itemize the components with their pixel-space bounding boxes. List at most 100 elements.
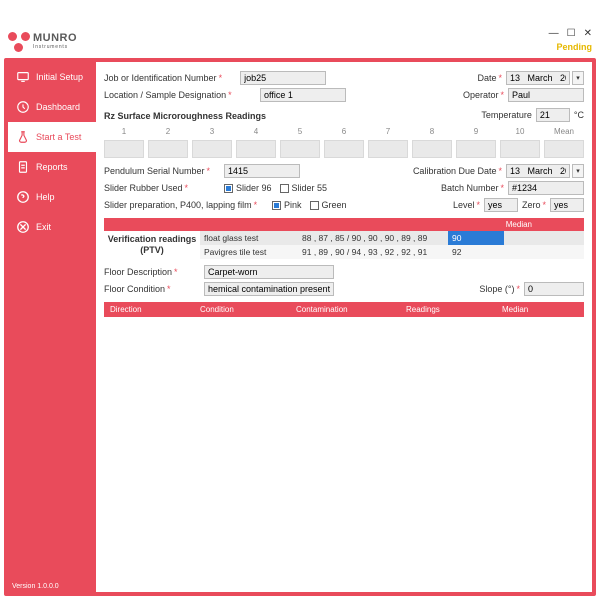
slope-input[interactable] bbox=[524, 282, 584, 296]
col-median: Median bbox=[496, 302, 584, 317]
rz-cell[interactable] bbox=[544, 140, 584, 158]
col-contamination: Contamination bbox=[290, 302, 400, 317]
verif-name: Pavigres tile test bbox=[200, 245, 298, 259]
chevron-down-icon[interactable]: ▾ bbox=[572, 71, 584, 85]
date-field[interactable]: ▾ bbox=[506, 71, 584, 85]
pendulum-label: Pendulum Serial Number* bbox=[104, 166, 224, 176]
verif-name: float glass test bbox=[200, 231, 298, 245]
temperature-input[interactable] bbox=[536, 108, 570, 122]
sidebar-item-label: Start a Test bbox=[36, 132, 81, 142]
rz-col: 2 bbox=[148, 127, 188, 136]
verif-median: 90 bbox=[448, 231, 504, 245]
help-icon bbox=[16, 190, 30, 204]
green-checkbox[interactable]: Green bbox=[310, 200, 347, 210]
rz-cell[interactable] bbox=[500, 140, 540, 158]
rz-readings-grid: 1 2 3 4 5 6 7 8 9 10 Mean bbox=[104, 127, 584, 158]
job-id-input[interactable] bbox=[240, 71, 326, 85]
rz-cell[interactable] bbox=[104, 140, 144, 158]
job-id-label: Job or Identification Number* bbox=[104, 73, 222, 83]
sidebar-item-reports[interactable]: Reports bbox=[8, 152, 96, 182]
sidebar-item-dashboard[interactable]: Dashboard bbox=[8, 92, 96, 122]
rz-cell[interactable] bbox=[148, 140, 188, 158]
verif-median: 92 bbox=[448, 245, 504, 259]
sidebar-item-label: Reports bbox=[36, 162, 68, 172]
version-label: Version 1.0.0.0 bbox=[12, 583, 59, 590]
sidebar-item-label: Dashboard bbox=[36, 102, 80, 112]
verification-label: Verification readings (PTV) bbox=[104, 234, 200, 256]
app-shell: MUNRO Instruments — ☐ ✕ Pending Initial … bbox=[0, 0, 600, 600]
rz-cell[interactable] bbox=[324, 140, 364, 158]
monitor-icon bbox=[16, 70, 30, 84]
temperature-unit: °C bbox=[574, 110, 584, 120]
rz-cell[interactable] bbox=[368, 140, 408, 158]
sidebar-item-label: Initial Setup bbox=[36, 72, 83, 82]
rz-col: 7 bbox=[368, 127, 408, 136]
rz-col: 6 bbox=[324, 127, 364, 136]
sidebar-item-exit[interactable]: Exit bbox=[8, 212, 96, 242]
logo-mark-icon bbox=[8, 30, 30, 52]
location-input[interactable] bbox=[260, 88, 346, 102]
operator-input[interactable] bbox=[508, 88, 584, 102]
zero-input[interactable] bbox=[550, 198, 584, 212]
sidebar-item-label: Exit bbox=[36, 222, 51, 232]
status-pending: Pending bbox=[557, 42, 593, 52]
location-label: Location / Sample Designation* bbox=[104, 90, 242, 100]
rz-cell[interactable] bbox=[236, 140, 276, 158]
col-direction: Direction bbox=[104, 302, 194, 317]
brand-logo: MUNRO Instruments bbox=[8, 30, 77, 52]
flask-icon bbox=[16, 130, 30, 144]
minimize-button[interactable]: — bbox=[549, 28, 559, 39]
table-row[interactable]: float glass test 88 , 87 , 85 / 90 , 90 … bbox=[200, 231, 584, 245]
pendulum-input[interactable] bbox=[224, 164, 300, 178]
rz-col: 3 bbox=[192, 127, 232, 136]
clock-icon bbox=[16, 100, 30, 114]
calib-due-label: Calibration Due Date* bbox=[413, 166, 502, 176]
maximize-button[interactable]: ☐ bbox=[567, 28, 576, 39]
sidebar-item-initial-setup[interactable]: Initial Setup bbox=[8, 62, 96, 92]
floor-desc-input[interactable] bbox=[204, 265, 334, 279]
pink-checkbox[interactable]: Pink bbox=[272, 200, 302, 210]
results-table-header: Direction Condition Contamination Readin… bbox=[104, 302, 584, 317]
app-frame: Initial Setup Dashboard Start a Test Rep… bbox=[4, 58, 596, 596]
chevron-down-icon[interactable]: ▾ bbox=[572, 164, 584, 178]
slider-prep-label: Slider preparation, P400, lapping film* bbox=[104, 200, 272, 210]
slider-96-checkbox[interactable]: Slider 96 bbox=[224, 183, 272, 193]
rz-cell[interactable] bbox=[412, 140, 452, 158]
sidebar-item-start-test[interactable]: Start a Test bbox=[8, 122, 96, 152]
floor-desc-label: Floor Description* bbox=[104, 267, 204, 277]
window-controls: — ☐ ✕ bbox=[549, 28, 592, 39]
verif-values: 91 , 89 , 90 / 94 , 93 , 92 , 92 , 91 bbox=[298, 245, 448, 259]
batch-label: Batch Number* bbox=[441, 183, 504, 193]
rz-cell[interactable] bbox=[280, 140, 320, 158]
rz-cell[interactable] bbox=[456, 140, 496, 158]
slider-55-checkbox[interactable]: Slider 55 bbox=[280, 183, 328, 193]
operator-label: Operator* bbox=[463, 90, 504, 100]
rz-col: 9 bbox=[456, 127, 496, 136]
batch-input[interactable] bbox=[508, 181, 584, 195]
col-readings: Readings bbox=[400, 302, 496, 317]
slider-used-label: Slider Rubber Used* bbox=[104, 183, 224, 193]
exit-icon bbox=[16, 220, 30, 234]
sidebar: Initial Setup Dashboard Start a Test Rep… bbox=[8, 62, 96, 592]
median-header: Median bbox=[104, 218, 584, 231]
calib-due-field[interactable]: ▾ bbox=[506, 164, 584, 178]
zero-label: Zero* bbox=[522, 200, 546, 210]
sidebar-item-help[interactable]: Help bbox=[8, 182, 96, 212]
level-input[interactable] bbox=[484, 198, 518, 212]
rz-cell[interactable] bbox=[192, 140, 232, 158]
temperature-label: Temperature bbox=[481, 110, 532, 120]
rz-col: 10 bbox=[500, 127, 540, 136]
rz-col: 8 bbox=[412, 127, 452, 136]
document-icon bbox=[16, 160, 30, 174]
floor-cond-input[interactable] bbox=[204, 282, 334, 296]
col-condition: Condition bbox=[194, 302, 290, 317]
close-button[interactable]: ✕ bbox=[584, 28, 592, 39]
verification-table: float glass test 88 , 87 , 85 / 90 , 90 … bbox=[200, 231, 584, 259]
rz-readings-title: Rz Surface Microroughness Readings bbox=[104, 111, 266, 121]
rz-col: 4 bbox=[236, 127, 276, 136]
main-panel: Job or Identification Number* Date* ▾ Lo… bbox=[96, 62, 592, 592]
verif-values: 88 , 87 , 85 / 90 , 90 , 90 , 89 , 89 bbox=[298, 231, 448, 245]
slope-label: Slope (°)* bbox=[479, 284, 520, 294]
date-label: Date* bbox=[477, 73, 502, 83]
table-row[interactable]: Pavigres tile test 91 , 89 , 90 / 94 , 9… bbox=[200, 245, 584, 259]
